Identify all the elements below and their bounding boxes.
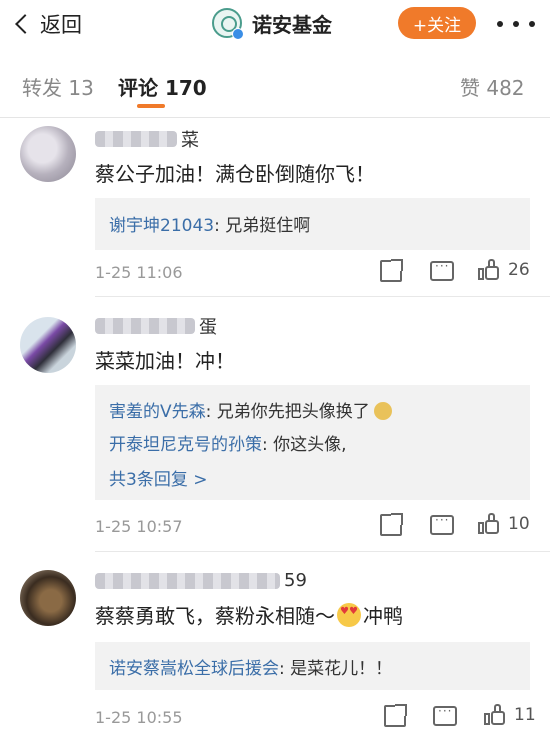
thumbs-up-icon (478, 513, 500, 535)
chevron-left-icon (15, 14, 35, 34)
divider (95, 296, 550, 297)
divider (95, 551, 550, 552)
reply-author[interactable]: 谢宇坤21043 (109, 216, 214, 236)
share-button[interactable] (380, 259, 403, 282)
top-bar: 返回 诺安基金 +关注 (0, 0, 550, 50)
like-button[interactable]: 26 (478, 259, 530, 281)
reply-text: : 你这头像, (262, 435, 347, 455)
blurred-username (95, 131, 177, 147)
follow-button[interactable]: +关注 (398, 7, 476, 39)
verified-badge-icon (232, 28, 244, 40)
comment-time: 1-25 10:55 (95, 708, 183, 727)
comment-text: 蔡蔡勇敢飞，蔡粉永相随～冲鸭 (95, 600, 403, 629)
share-icon (380, 259, 403, 282)
reply-item[interactable]: 谢宇坤21043: 兄弟挺住啊 (109, 211, 310, 236)
reply-author[interactable]: 害羞的V先森 (109, 402, 206, 422)
reply-text: : 是菜花儿！！ (279, 659, 393, 679)
comment-time: 1-25 11:06 (95, 263, 183, 282)
page-title: 诺安基金 (252, 12, 332, 37)
back-button[interactable]: 返回 (15, 8, 82, 40)
username[interactable]: 菜 (95, 126, 199, 152)
share-icon (384, 704, 407, 727)
reply-text: : 兄弟挺住啊 (214, 216, 311, 236)
reply-item[interactable]: 害羞的V先森: 兄弟你先把头像换了 (109, 397, 392, 422)
share-icon (380, 513, 403, 536)
reply-button[interactable] (430, 513, 454, 535)
username[interactable]: 59 (95, 570, 307, 591)
tab-bar: 转发 13 评论 170 赞 482 (0, 58, 550, 118)
like-count: 26 (508, 260, 530, 280)
like-count: 10 (508, 514, 530, 534)
tab-likes[interactable]: 赞 482 (460, 72, 525, 101)
thumbs-up-icon (484, 704, 506, 726)
avatar[interactable] (20, 317, 76, 373)
like-count: 11 (514, 705, 536, 725)
reply-box[interactable]: 诺安蔡嵩松全球后援会: 是菜花儿！！ (95, 642, 530, 690)
comment-icon (433, 704, 457, 726)
heart-eyes-emoji-icon (337, 603, 361, 627)
reply-button[interactable] (430, 259, 454, 281)
like-button[interactable]: 11 (484, 704, 536, 726)
reply-box[interactable]: 害羞的V先森: 兄弟你先把头像换了 开泰坦尼克号的孙策: 你这头像, 共3条回复… (95, 385, 530, 500)
back-label: 返回 (40, 13, 82, 37)
comment-time: 1-25 10:57 (95, 517, 183, 536)
like-button[interactable]: 10 (478, 513, 530, 535)
username[interactable]: 蛋 (95, 313, 217, 339)
share-button[interactable] (384, 704, 407, 727)
share-button[interactable] (380, 513, 403, 536)
avatar[interactable] (20, 126, 76, 182)
thumbs-up-icon (478, 259, 500, 281)
doge-emoji-icon (373, 402, 392, 420)
tab-comments[interactable]: 评论 170 (118, 72, 207, 101)
active-tab-indicator (137, 104, 165, 108)
comment-icon (430, 259, 454, 281)
more-dots-icon[interactable] (497, 14, 535, 34)
comment-icon (430, 513, 454, 535)
comment-text: 蔡公子加油！满仓卧倒随你飞！ (95, 162, 375, 186)
tab-reposts[interactable]: 转发 13 (22, 72, 94, 101)
reply-author[interactable]: 诺安蔡嵩松全球后援会 (109, 659, 279, 679)
avatar[interactable] (20, 570, 76, 626)
blurred-username (95, 572, 280, 589)
reply-item[interactable]: 开泰坦尼克号的孙策: 你这头像, (109, 430, 347, 455)
blurred-username (95, 318, 195, 334)
reply-author[interactable]: 开泰坦尼克号的孙策 (109, 435, 262, 455)
reply-button[interactable] (433, 704, 457, 726)
reply-box[interactable]: 谢宇坤21043: 兄弟挺住啊 (95, 198, 530, 250)
account-title[interactable]: 诺安基金 (212, 6, 332, 40)
reply-text: : 兄弟你先把头像换了 (205, 402, 370, 422)
comment-text: 菜菜加油！冲！ (95, 349, 235, 373)
more-replies-link[interactable]: 共3条回复 > (109, 465, 207, 490)
noan-fund-logo-icon (212, 8, 244, 40)
reply-item[interactable]: 诺安蔡嵩松全球后援会: 是菜花儿！！ (109, 654, 392, 679)
